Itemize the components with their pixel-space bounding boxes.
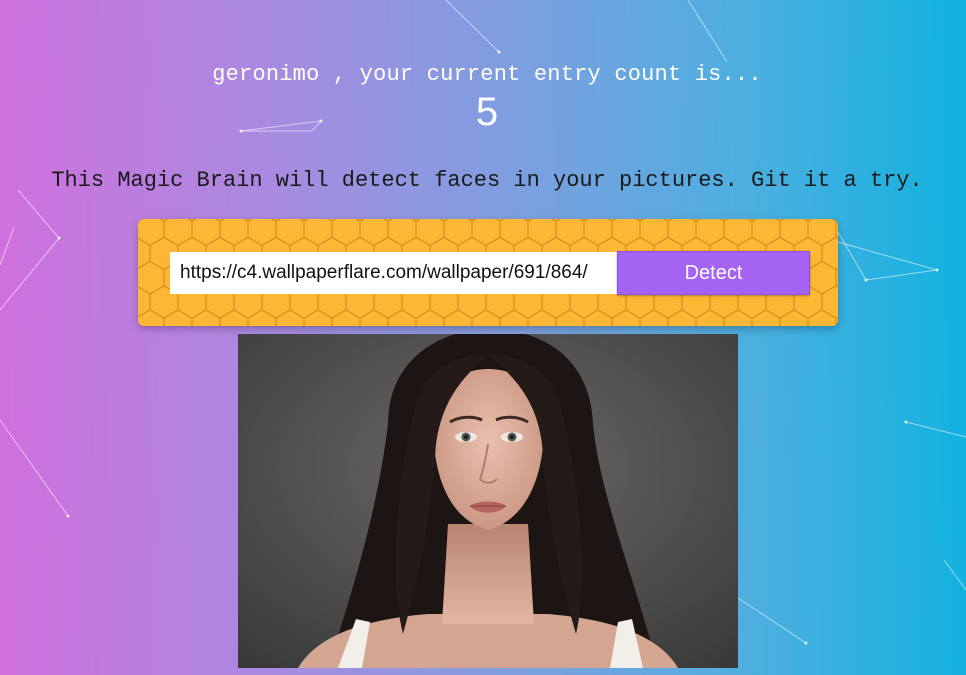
portrait-photo [238,334,738,668]
image-url-input[interactable]: https://c4.wallpaperflare.com/wallpaper/… [170,252,617,294]
image-link-form: https://c4.wallpaperflare.com/wallpaper/… [138,219,838,326]
entry-count-value: 5 [475,90,499,134]
intro-tagline: This Magic Brain will detect faces in yo… [51,168,923,193]
entry-count-greeting: geronimo , your current entry count is..… [212,62,762,87]
input-image [238,334,738,668]
detect-button[interactable]: Detect [617,251,810,295]
